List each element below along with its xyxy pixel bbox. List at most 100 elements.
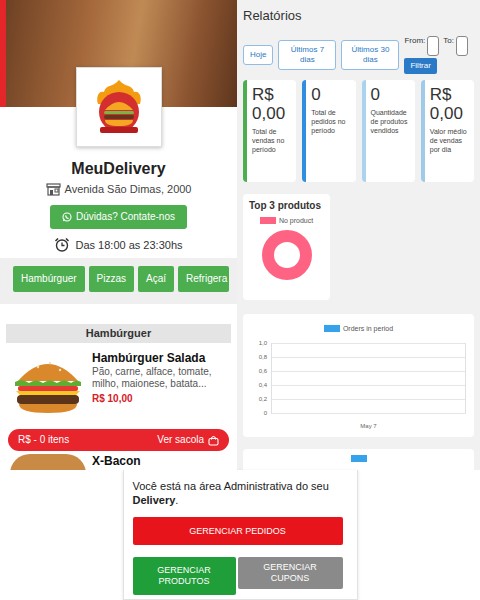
admin-panel: Você está na área Administrativa do seu … <box>123 470 358 600</box>
category-button[interactable]: Pizzas <box>89 266 134 292</box>
grid-row: 1,0 <box>251 336 466 350</box>
reports-title: Relatórios <box>243 8 474 24</box>
grid-row: 0,2 <box>251 392 466 406</box>
stat-label: Valor médio de vendas por dia <box>430 127 471 154</box>
burger-logo-icon <box>88 76 150 138</box>
admin-brand: Delivery <box>133 494 176 506</box>
range-button[interactable]: Últimos 30 dias <box>341 40 399 70</box>
address-text: Avenida São Dimas, 2000 <box>65 182 192 196</box>
contact-button[interactable]: Dúvidas? Contate-nos <box>50 205 187 229</box>
admin-button[interactable]: GERENCIAR CUPONS <box>238 557 343 589</box>
to-input[interactable] <box>456 36 468 56</box>
to-label: To: <box>443 36 454 46</box>
grid-row: 0,8 <box>251 350 466 364</box>
filter-button[interactable]: Filtrar <box>404 58 436 74</box>
donut-chart-icon <box>249 229 324 281</box>
top-products-card: Top 3 produtos No product <box>243 194 330 300</box>
range-button[interactable]: Últimos 7 dias <box>278 40 336 70</box>
admin-message: Você está na área Administrativa do seu … <box>133 479 343 507</box>
y-tick: 0,8 <box>251 353 271 361</box>
range-button[interactable]: Hoje <box>243 45 273 65</box>
stat-card: R$ 0,00 Total de vendas no período <box>243 80 296 182</box>
contact-label[interactable]: Dúvidas? Contate-nos <box>76 211 175 223</box>
y-tick: 0 <box>251 409 271 417</box>
store-address: Avenida São Dimas, 2000 <box>46 182 192 196</box>
category-bar: HambúrguerPizzasAçaíRefrigera <box>0 258 237 304</box>
section: Hambúrguer <box>0 304 237 343</box>
product-name[interactable]: X-Bacon <box>92 454 141 470</box>
legend-swatch <box>351 455 367 462</box>
reports-page: Relatórios HojeÚltimos 7 diasÚltimos 30 d… <box>237 0 480 470</box>
grid-line <box>271 357 466 358</box>
date-inputs: From: To: <box>404 36 470 56</box>
product-photo <box>10 454 86 470</box>
stat-label: Total de pedidos no período <box>311 108 352 135</box>
category-button[interactable]: Açaí <box>138 266 174 292</box>
y-tick: 0,4 <box>251 381 271 389</box>
stat-label: Quantidade de produtos vendidos <box>371 108 412 135</box>
plot-area: 1,0 0,8 0,6 0,4 0,2 0 <box>251 336 466 420</box>
grid-line <box>271 371 466 372</box>
admin-end: . <box>175 494 178 506</box>
product-info: Hambúrguer SaladaPão, carne, alface, tom… <box>92 351 231 417</box>
stat-cards: R$ 0,00 Total de vendas no período 0 Total … <box>243 80 474 182</box>
store-logo <box>76 67 162 147</box>
store-name: MeuDelivery <box>71 159 165 178</box>
whatsapp-icon <box>62 212 72 222</box>
category-button[interactable]: Hambúrguer <box>13 266 85 292</box>
product-row[interactable]: X-Bacon <box>0 451 237 470</box>
admin-intro: Você está na área Administrativa do seu <box>133 480 329 492</box>
stat-value: R$ 0,00 <box>430 85 471 123</box>
section-header: Hambúrguer <box>6 324 231 343</box>
stat-card: R$ 0,00 Valor médio de vendas por dia <box>421 80 474 182</box>
grid-row: 0 <box>251 406 466 420</box>
amount-chart <box>243 449 474 470</box>
x-label: May 7 <box>360 422 376 430</box>
view-bag-label[interactable]: Ver sacola <box>157 434 204 446</box>
admin-button[interactable]: GERENCIAR PEDIDOS <box>133 517 343 545</box>
stat-label: Total de vendas no período <box>252 127 293 154</box>
from-input[interactable] <box>427 36 439 56</box>
y-tick: 1,0 <box>251 339 271 347</box>
product-name[interactable]: Hambúrguer Salada <box>92 351 231 365</box>
opening-hours: Das 18:00 as 23:30hs <box>54 237 182 252</box>
product-row[interactable]: Hambúrguer SaladaPão, carne, alface, tom… <box>0 343 237 417</box>
date-filters: HojeÚltimos 7 diasÚltimos 30 dias From: To… <box>243 36 474 74</box>
stat-value: 0 <box>311 85 352 104</box>
category-button[interactable]: Refrigera <box>178 266 229 292</box>
store-icon <box>46 183 61 196</box>
admin-area: Você está na área Administrativa do seu … <box>0 470 480 600</box>
view-bag-button[interactable]: Ver sacola <box>157 434 219 446</box>
stat-value: R$ 0,00 <box>252 85 293 123</box>
card-title: Top 3 produtos <box>249 200 324 212</box>
stat-card: 0 Quantidade de produtos vendidos <box>362 80 415 182</box>
cart-summary: R$ - 0 itens <box>18 434 69 446</box>
shopping-bag-icon <box>208 435 219 446</box>
alarm-clock-icon <box>54 237 70 252</box>
orders-chart: Orders in period 1,0 0,8 0,6 0,4 0,2 0 May 7 <box>243 314 474 437</box>
top-area: MeuDelivery Avenida São Dimas, 2000 Dúvida… <box>0 0 480 470</box>
y-tick: 0,2 <box>251 395 271 403</box>
chart-legend: No product <box>249 216 324 225</box>
y-tick: 0,6 <box>251 367 271 375</box>
grid-line <box>271 385 466 386</box>
hours-text: Das 18:00 as 23:30hs <box>75 238 182 252</box>
plot-frame <box>271 343 466 413</box>
date-range: From: To: Filtrar <box>404 36 470 74</box>
x-axis: May 7 <box>251 422 466 430</box>
chart-legend: Orders in period <box>251 324 466 333</box>
product-price: R$ 10,00 <box>92 392 231 405</box>
burger-photo-icon <box>10 351 86 417</box>
admin-button[interactable]: GERENCIAR PRODUTOS <box>133 557 236 595</box>
from-label: From: <box>404 36 425 46</box>
grid-line <box>271 399 466 400</box>
stat-card: 0 Total de pedidos no período <box>302 80 355 182</box>
stat-value: 0 <box>371 85 412 104</box>
admin-button-row: GERENCIAR PRODUTOSGERENCIAR CUPONS <box>133 557 343 595</box>
grid-line <box>271 413 466 414</box>
store-page: MeuDelivery Avenida São Dimas, 2000 Dúvida… <box>0 0 237 470</box>
grid-row: 0,4 <box>251 378 466 392</box>
legend-swatch <box>324 325 340 332</box>
legend-label: Orders in period <box>343 324 393 333</box>
cart-bar[interactable]: R$ - 0 itens Ver sacola <box>8 429 229 451</box>
